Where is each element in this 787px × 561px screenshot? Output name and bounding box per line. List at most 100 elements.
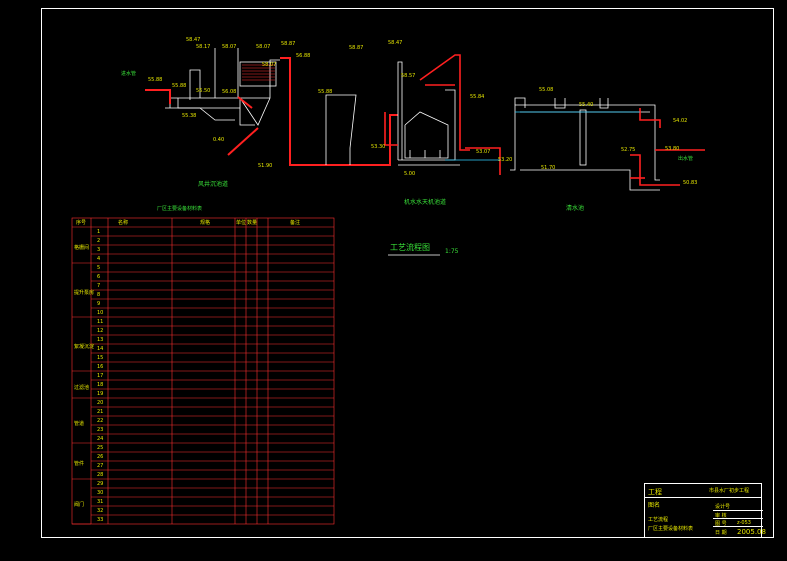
project-label: 工程 — [648, 488, 662, 496]
table-row-number: 22 — [97, 418, 104, 424]
elev-label: 50.83 — [683, 180, 698, 186]
table-group-name: 管件 — [74, 461, 85, 467]
elev-label: 58.47 — [186, 37, 201, 43]
table-header-cell: 名称 — [118, 220, 129, 226]
elev-label: 58.17 — [196, 44, 211, 50]
elev-label: 55.88 — [318, 89, 333, 95]
elev-label: 55.84 — [470, 94, 485, 100]
table-row-number: 23 — [97, 427, 104, 433]
clarifier-label: 机水水天机池道 — [404, 199, 447, 206]
design-no-label: 设计号 — [715, 504, 731, 510]
table-caption: 厂区主要设备材料表 — [157, 206, 203, 212]
elev-label: 56.50 — [196, 88, 211, 94]
elev-label: 55.88 — [148, 77, 163, 83]
table-row-number: 26 — [97, 454, 104, 460]
table-group-name: 提升泵房 — [74, 290, 95, 296]
table-group-name: 格栅间 — [74, 245, 90, 251]
table-row-number: 5 — [97, 265, 101, 271]
elev-label: 58.07 — [222, 44, 237, 50]
table-row-number: 1 — [97, 229, 101, 235]
table-row-number: 31 — [97, 499, 104, 505]
company-name: 市县水厂初步工程 — [709, 488, 750, 494]
table-row-number: 18 — [97, 382, 104, 388]
table-group-name: 管道 — [74, 420, 85, 427]
table-row-number: 33 — [97, 517, 104, 523]
elev-label: 55.88 — [172, 83, 187, 89]
elev-label: 55.40 — [579, 102, 594, 108]
table-row-number: 9 — [97, 301, 101, 307]
elev-label: 58.87 — [281, 41, 296, 47]
table-row-number: 12 — [97, 328, 104, 334]
water-lines — [445, 111, 640, 161]
elev-label: 52.75 — [621, 147, 636, 153]
date-label: 日 期 — [715, 530, 727, 536]
table-header-cell: 序号 — [76, 220, 87, 226]
table-group-name: 絮凝沉淀 — [74, 344, 95, 350]
table-row-number: 17 — [97, 373, 104, 379]
process-drawing — [71, 48, 705, 525]
elev-label: 58.57 — [401, 73, 416, 79]
table-row-number: 13 — [97, 337, 104, 343]
elev-label: 53.80 — [665, 146, 680, 152]
table-row-number: 32 — [97, 508, 104, 514]
table-row-number: 28 — [97, 472, 104, 478]
scale-label: 1:75 — [445, 248, 459, 255]
elev-label: 51.70 — [541, 165, 556, 171]
table-header-cell: 数量 — [247, 220, 258, 226]
elev-label: 5.00 — [404, 171, 416, 177]
table-row-number: 16 — [97, 364, 104, 370]
table-row-number: 2 — [97, 238, 101, 244]
elev-label: 58.47 — [388, 40, 403, 46]
table-row-number: 27 — [97, 463, 104, 469]
clear-water-tank-label: 清水池 — [566, 205, 585, 212]
elev-label: 58.87 — [349, 45, 364, 51]
table-row-number: 11 — [97, 319, 104, 325]
check-label: 审 核 — [715, 513, 727, 519]
elev-label: 53.07 — [476, 149, 491, 155]
table-row-number: 7 — [97, 283, 101, 289]
table-header-cell: 单位 — [236, 220, 247, 226]
grit-chamber-label: 风井沉池道 — [198, 181, 229, 188]
table-row-number: 30 — [97, 490, 104, 496]
elev-label: 53.20 — [498, 157, 513, 163]
inlet-label: 进水管 — [121, 71, 137, 77]
table-row-number: 15 — [97, 355, 104, 361]
table-group-name: 过滤池 — [74, 384, 90, 391]
table-header-cell: 规格 — [200, 220, 211, 226]
elev-label: 56.08 — [222, 89, 237, 95]
table-row-number: 14 — [97, 346, 104, 352]
drawing-subtitle-2: 厂区主要设备材料表 — [648, 526, 694, 532]
outlet-label: 出水管 — [678, 156, 694, 162]
drawing-subtitle-1: 工艺流程 — [648, 517, 669, 523]
table-row-number: 4 — [97, 256, 101, 262]
title-block: 工程 市县水厂初步工程 图名 工艺流程 厂区主要设备材料表 设计号 审 核 图 … — [644, 483, 766, 538]
table-header-cell: 备注 — [290, 220, 301, 226]
table-row-number: 29 — [97, 481, 104, 487]
equipment-table — [71, 217, 335, 525]
elev-label: 53.30 — [371, 144, 386, 150]
elev-label: 51.90 — [258, 163, 273, 169]
elev-label: 0.40 — [213, 137, 225, 143]
table-row-number: 6 — [97, 274, 101, 280]
elev-label: 56.88 — [296, 53, 311, 59]
table-row-number: 21 — [97, 409, 104, 415]
elev-label: 58.07 — [256, 44, 271, 50]
process-title: 工艺流程图 — [390, 243, 430, 252]
drawing-name-label: 图名 — [648, 502, 661, 509]
date-value: 2005.08 — [737, 528, 766, 536]
elev-label: 55.08 — [539, 87, 554, 93]
elev-label: 54.02 — [673, 118, 688, 124]
table-row-number: 19 — [97, 391, 104, 397]
table-row-number: 25 — [97, 445, 104, 451]
table-group-name: 阀门 — [74, 501, 85, 508]
table-row-number: 8 — [97, 292, 101, 298]
drawing-no: z-053 — [737, 520, 751, 526]
drawing-no-label: 图 号 — [715, 521, 727, 527]
clarifier-structure — [325, 61, 460, 166]
elev-label: 55.38 — [182, 113, 197, 119]
table-row-number: 10 — [97, 310, 104, 316]
table-row-number: 24 — [97, 436, 104, 442]
elev-label: 58.07 — [262, 62, 277, 68]
table-row-number: 3 — [97, 247, 101, 253]
table-row-number: 20 — [97, 400, 104, 406]
